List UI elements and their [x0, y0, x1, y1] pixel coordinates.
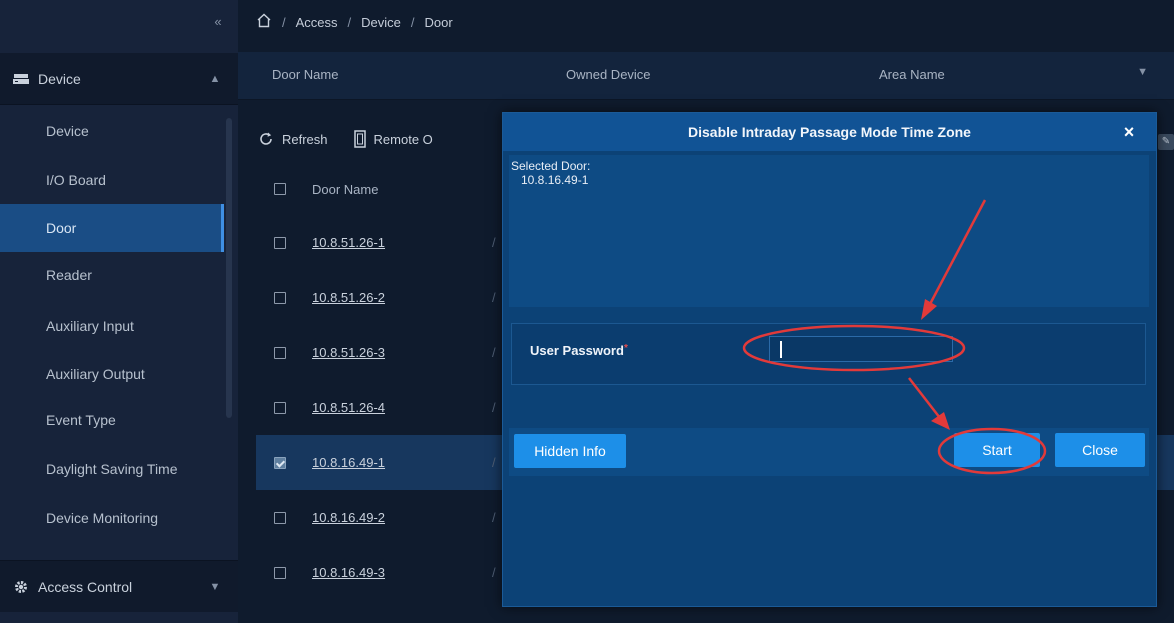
password-panel: User Password*: [511, 323, 1146, 385]
row-checkbox[interactable]: [274, 291, 286, 304]
text-cursor: [780, 341, 782, 358]
disable-passage-mode-dialog: Disable Intraday Passage Mode Time Zone …: [502, 112, 1157, 607]
sidebar-group-label: Access Control: [38, 578, 133, 595]
toolbar: Refresh Remote O: [258, 130, 459, 148]
sidebar-item-io-board[interactable]: I/O Board: [0, 156, 224, 204]
refresh-button[interactable]: Refresh: [258, 131, 328, 147]
select-all-checkbox[interactable]: [274, 183, 286, 195]
column-divider: /: [492, 290, 496, 305]
sidebar-scrollbar[interactable]: [226, 118, 232, 418]
row-checkbox-checked[interactable]: [274, 456, 286, 469]
breadcrumb-separator: /: [347, 14, 352, 30]
row-checkbox[interactable]: [274, 401, 286, 414]
door-name-link[interactable]: 10.8.51.26-2: [312, 290, 492, 305]
password-label: User Password*: [530, 343, 628, 358]
door-name-link[interactable]: 10.8.16.49-1: [312, 455, 492, 470]
sidebar-item-door[interactable]: Door: [0, 204, 224, 252]
column-divider: /: [492, 455, 496, 470]
sidebar-item-auxiliary-input[interactable]: Auxiliary Input: [0, 302, 224, 350]
edit-icon[interactable]: ✎: [1158, 134, 1174, 150]
sidebar-item-daylight-saving-time[interactable]: Daylight Saving Time: [0, 445, 224, 493]
column-divider: /: [492, 235, 496, 250]
chevron-up-icon: ▲: [209, 72, 221, 85]
column-divider: /: [492, 345, 496, 360]
column-divider: /: [492, 510, 496, 525]
sidebar-item-device[interactable]: Device: [0, 107, 224, 155]
breadcrumb-access[interactable]: Access: [296, 15, 338, 30]
dialog-header: Disable Intraday Passage Mode Time Zone …: [503, 113, 1156, 151]
door-name-link[interactable]: 10.8.51.26-4: [312, 400, 492, 415]
door-icon: [353, 130, 366, 148]
hidden-info-button[interactable]: Hidden Info: [514, 434, 626, 468]
door-name-link[interactable]: 10.8.51.26-1: [312, 235, 492, 250]
sidebar-group-access-control[interactable]: Access Control ▼: [0, 560, 238, 612]
breadcrumb-separator: /: [282, 14, 286, 30]
refresh-icon: [258, 131, 274, 147]
breadcrumb-device[interactable]: Device: [361, 15, 401, 30]
password-input[interactable]: [769, 336, 953, 362]
collapse-sidebar-button[interactable]: «: [205, 10, 231, 34]
remote-open-label: Remote O: [373, 131, 433, 147]
sidebar-item-auxiliary-output[interactable]: Auxiliary Output: [0, 350, 224, 398]
close-button[interactable]: Close: [1055, 433, 1145, 467]
start-button[interactable]: Start: [954, 433, 1040, 467]
sidebar-item-reader[interactable]: Reader: [0, 251, 224, 299]
door-name-link[interactable]: 10.8.51.26-3: [312, 345, 492, 360]
filter-area-name-label: Area Name: [879, 67, 945, 82]
chevron-down-icon: ▼: [209, 580, 221, 593]
row-checkbox[interactable]: [274, 511, 286, 524]
refresh-label: Refresh: [282, 131, 328, 147]
filter-owned-device-label: Owned Device: [566, 67, 651, 82]
home-icon[interactable]: [256, 13, 272, 31]
gear-icon: [12, 580, 30, 594]
door-name-link[interactable]: 10.8.16.49-3: [312, 565, 492, 580]
remote-open-button[interactable]: Remote O: [353, 130, 433, 148]
sidebar-item-device-monitoring[interactable]: Device Monitoring: [0, 494, 224, 542]
filter-bar: Door Name Owned Device Area Name ▼: [238, 52, 1174, 100]
sidebar-group-label: Device: [38, 70, 81, 87]
device-icon: [12, 73, 30, 85]
breadcrumb-door: Door: [424, 14, 453, 30]
close-icon[interactable]: ×: [1120, 123, 1138, 141]
chevron-down-icon[interactable]: ▼: [1137, 66, 1148, 78]
column-divider: /: [492, 565, 496, 580]
filter-door-name-label: Door Name: [272, 67, 339, 82]
required-marker: *: [623, 343, 628, 354]
door-name-link[interactable]: 10.8.16.49-2: [312, 510, 492, 525]
sidebar-group-device[interactable]: Device ▲: [0, 53, 238, 105]
selected-door-panel: Selected Door: 10.8.16.49-1: [509, 155, 1149, 307]
sidebar-scrollbar-thumb[interactable]: [226, 118, 232, 418]
double-chevron-left-icon: «: [214, 14, 222, 29]
row-checkbox[interactable]: [274, 236, 286, 249]
row-checkbox[interactable]: [274, 346, 286, 359]
row-checkbox[interactable]: [274, 566, 286, 579]
password-label-text: User Password: [530, 343, 624, 358]
selected-door-label: Selected Door:: [511, 159, 591, 173]
column-divider: /: [492, 400, 496, 415]
selected-door-value: 10.8.16.49-1: [521, 173, 589, 187]
sidebar: « Device ▲ Device I/O Board Door Reader …: [0, 0, 238, 623]
breadcrumb-separator: /: [410, 14, 415, 30]
dialog-title: Disable Intraday Passage Mode Time Zone: [688, 124, 971, 140]
column-header-door-name[interactable]: Door Name: [312, 182, 492, 197]
sidebar-item-event-type[interactable]: Event Type: [0, 396, 224, 444]
breadcrumb: / Access / Device / Door: [256, 0, 453, 44]
